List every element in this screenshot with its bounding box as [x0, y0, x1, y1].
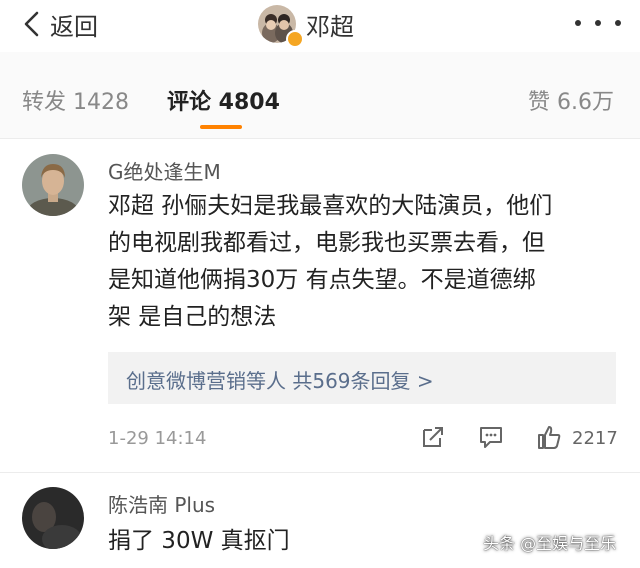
profile-title[interactable]: 邓超: [258, 2, 354, 46]
replies-summary-text: 创意微博营销等人 共569条回复 >: [126, 369, 434, 393]
avatar[interactable]: [22, 487, 84, 549]
verified-badge-icon: [286, 30, 304, 48]
watermark: 头条 @至娱与至乐: [483, 534, 617, 553]
comment-username[interactable]: G绝处逢生M: [108, 156, 221, 185]
active-tab-indicator: [200, 125, 242, 129]
avatar[interactable]: [22, 154, 84, 216]
back-button[interactable]: 返回: [18, 6, 98, 42]
more-icon[interactable]: [575, 20, 621, 30]
tab-bar: 转发 1428 评论 4804 赞 6.6万: [0, 52, 640, 139]
replies-summary[interactable]: 创意微博营销等人 共569条回复 >: [108, 352, 616, 404]
back-label: 返回: [50, 12, 98, 41]
tab-comments[interactable]: 评论 4804: [167, 84, 280, 116]
comment-username[interactable]: 陈浩南 Plus: [108, 489, 215, 518]
page-title: 邓超: [306, 12, 354, 41]
share-icon[interactable]: [420, 424, 446, 450]
thumbs-up-icon[interactable]: [536, 424, 562, 450]
comment-item: G绝处逢生M 邓超 孙俪夫妇是我最喜欢的大陆演员，他们 的电视剧我都看过，电影我…: [0, 140, 640, 470]
tab-forwards[interactable]: 转发 1428: [22, 84, 129, 116]
comment-text: 邓超 孙俪夫妇是我最喜欢的大陆演员，他们 的电视剧我都看过，电影我也买票去看，但…: [108, 193, 553, 330]
tab-likes[interactable]: 赞 6.6万: [528, 84, 614, 116]
top-bar: 返回 邓超: [0, 0, 640, 50]
reply-icon[interactable]: [478, 424, 504, 450]
chevron-left-icon: [24, 11, 39, 37]
like-count: 2217: [572, 428, 618, 449]
comment-timestamp: 1-29 14:14: [108, 428, 207, 449]
